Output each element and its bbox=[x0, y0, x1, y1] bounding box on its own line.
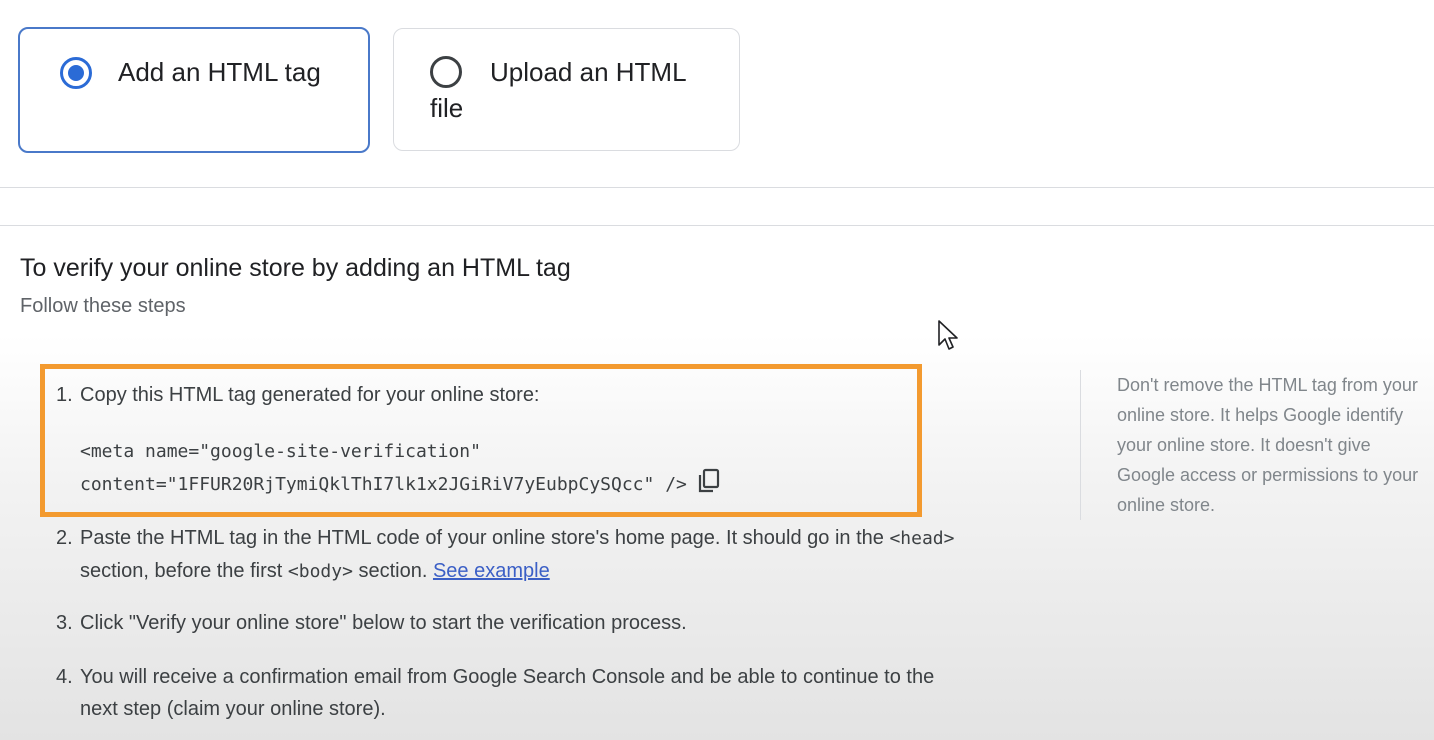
divider bbox=[0, 225, 1434, 226]
meta-tag-line-1: <meta name="google-site-verification" bbox=[80, 441, 481, 462]
step-text: section. bbox=[352, 560, 433, 582]
instructions-subtitle: Follow these steps bbox=[20, 295, 186, 317]
step-4: 4. You will receive a confirmation email … bbox=[56, 661, 934, 725]
step-text: section, before the first bbox=[80, 560, 288, 582]
step-2: 2. Paste the HTML tag in the HTML code of… bbox=[56, 522, 954, 588]
step-number: 3. bbox=[56, 612, 73, 634]
side-divider bbox=[1080, 370, 1081, 520]
instructions-title: To verify your online store by adding an… bbox=[20, 254, 571, 282]
copy-icon[interactable] bbox=[697, 468, 721, 494]
code-head: <head> bbox=[889, 528, 955, 549]
verify-store-page: Add an HTML tag Upload an HTML file To v… bbox=[0, 0, 1434, 740]
method-option-label: Add an HTML tag bbox=[118, 57, 321, 87]
code-body: <body> bbox=[287, 561, 353, 582]
verification-meta-tag[interactable]: <meta name="google-site-verification" co… bbox=[80, 436, 721, 502]
step-number: 2. bbox=[56, 527, 73, 549]
meta-tag-line-2: content="1FFUR20RjTymiQklThI7lk1x2JGiRiV… bbox=[80, 474, 687, 495]
step-text: Paste the HTML tag in the HTML code of y… bbox=[80, 527, 890, 549]
step-1: 1. Copy this HTML tag generated for your … bbox=[56, 379, 540, 411]
side-note: Don't remove the HTML tag from your onli… bbox=[1117, 375, 1419, 515]
mouse-cursor-icon bbox=[937, 320, 959, 352]
step-text: You will receive a confirmation email fr… bbox=[80, 666, 935, 688]
step-text: Copy this HTML tag generated for your on… bbox=[80, 384, 540, 406]
step-text: Click "Verify your online store" below t… bbox=[80, 612, 687, 634]
step-number: 1. bbox=[56, 384, 73, 406]
divider bbox=[0, 187, 1434, 188]
method-option-html-tag[interactable]: Add an HTML tag bbox=[18, 27, 370, 153]
step-number: 4. bbox=[56, 666, 73, 688]
step-text: next step (claim your online store). bbox=[80, 698, 386, 720]
step-3: 3. Click "Verify your online store" below… bbox=[56, 607, 687, 639]
see-example-link[interactable]: See example bbox=[433, 560, 550, 582]
method-option-label: Upload an HTML file bbox=[430, 57, 686, 123]
method-option-html-file[interactable]: Upload an HTML file bbox=[393, 28, 740, 151]
